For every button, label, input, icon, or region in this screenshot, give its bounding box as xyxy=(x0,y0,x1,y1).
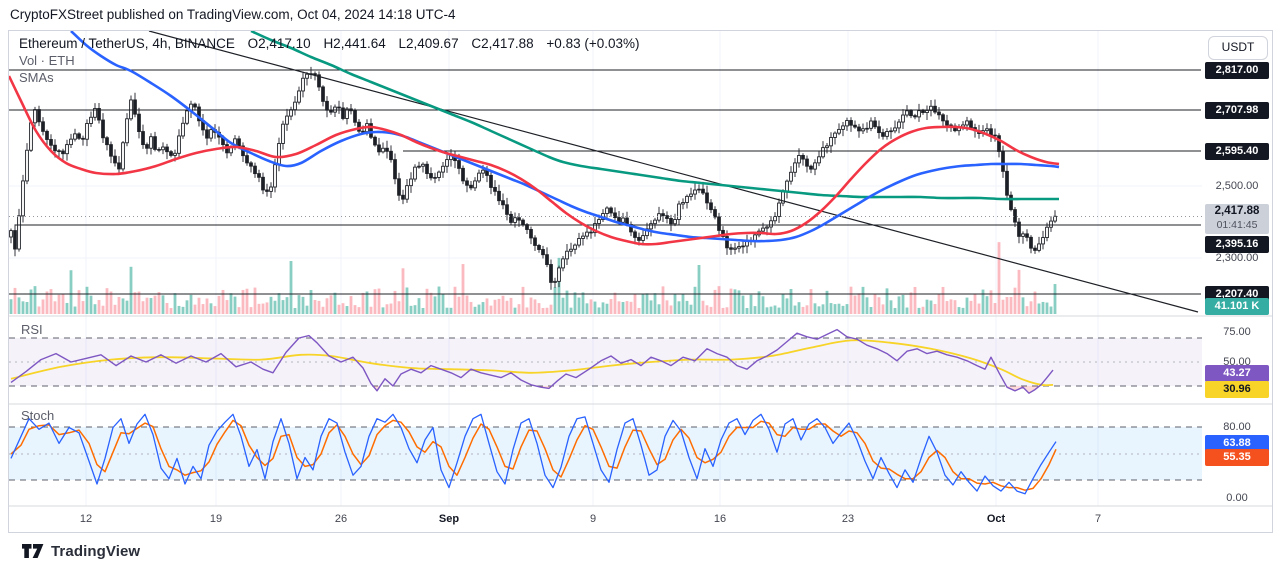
tradingview-logo-icon xyxy=(22,544,44,558)
ohlc-close: C2,417.88 xyxy=(471,36,534,51)
bar-countdown: 01:41:45 xyxy=(1216,219,1258,231)
time-axis-label: 9 xyxy=(589,513,597,525)
tradingview-brand-text: TradingView xyxy=(51,542,141,560)
current-price-badge: 2,417.88 01:41:45 xyxy=(1205,204,1269,234)
axis-label: 80.00 xyxy=(1223,420,1251,433)
time-axis-label: 23 xyxy=(841,513,855,525)
rsi-indicator-label[interactable]: RSI xyxy=(21,322,43,337)
axis-label: 55.35 xyxy=(1205,448,1269,466)
tradingview-attribution[interactable]: TradingView xyxy=(22,540,140,562)
time-axis-label: 26 xyxy=(334,513,348,525)
ohlc-legend: Ethereum / TetherUS, 4h, BINANCE O2,417.… xyxy=(19,36,649,51)
current-price-value: 2,417.88 xyxy=(1214,205,1260,217)
ohlc-low: L2,409.67 xyxy=(398,36,459,51)
time-axis-label: 7 xyxy=(1094,513,1102,525)
chart-canvas[interactable] xyxy=(9,31,1272,532)
axis-label: 43.27 xyxy=(1205,364,1269,382)
symbol-title[interactable]: Ethereum / TetherUS, 4h, BINANCE xyxy=(19,36,235,51)
volume-indicator-label[interactable]: Vol · ETH xyxy=(19,53,75,68)
ohlc-open: O2,417.10 xyxy=(247,36,311,51)
price-change: +0.83 (+0.03%) xyxy=(546,36,640,51)
ohlc-high: H2,441.64 xyxy=(323,36,386,51)
axis-label: 75.00 xyxy=(1223,325,1251,338)
axis-label: 2,707.98 xyxy=(1205,101,1269,119)
axis-label: 0.00 xyxy=(1226,491,1248,504)
time-axis-label: Sep xyxy=(438,513,460,525)
time-axis-label: 12 xyxy=(79,513,93,525)
attribution-text: CryptoFXStreet published on TradingView.… xyxy=(10,7,456,22)
price-axis[interactable]: USDT 2,817.00 2,707.98 2,595.40 2,500.00 2,3… xyxy=(1201,31,1272,532)
axis-label: 2,500.00 xyxy=(1215,179,1259,192)
axis-label: 2,595.40 xyxy=(1205,142,1269,160)
stoch-indicator-label[interactable]: Stoch xyxy=(21,408,54,423)
time-axis[interactable]: 12 19 26 Sep 9 16 23 Oct 7 xyxy=(9,507,1272,533)
axis-label: 41.101 K xyxy=(1205,297,1269,315)
currency-toggle-button[interactable]: USDT xyxy=(1208,36,1268,60)
axis-label: 2,395.16 xyxy=(1205,235,1269,253)
time-axis-label: 16 xyxy=(713,513,727,525)
sma-indicator-label[interactable]: SMAs xyxy=(19,70,54,85)
time-axis-label: 19 xyxy=(209,513,223,525)
axis-label: 30.96 xyxy=(1205,380,1269,398)
chart-frame: Ethereum / TetherUS, 4h, BINANCE O2,417.… xyxy=(8,30,1273,533)
attribution-banner: CryptoFXStreet published on TradingView.… xyxy=(0,0,1281,29)
time-axis-label: Oct xyxy=(986,513,1006,525)
axis-label: 2,817.00 xyxy=(1205,61,1269,79)
